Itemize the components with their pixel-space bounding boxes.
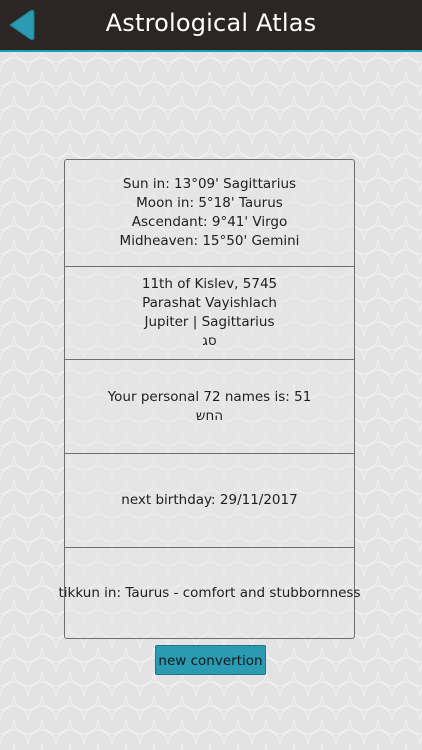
parasha: Parashat Vayishlach: [142, 295, 277, 311]
astrology-summary-card: Sun in: 13°09' Sagittarius Moon in: 5°18…: [59, 159, 361, 639]
new-conversion-button[interactable]: new convertion: [155, 645, 266, 675]
ascendant-position: Ascendant: 9°41' Virgo: [131, 214, 288, 230]
app-header: Astrological Atlas: [0, 0, 422, 52]
tikkun-text: tikkun in: Taurus - comfort and stubborn…: [58, 584, 361, 601]
names72-hebrew: החש: [195, 407, 224, 424]
hebrew-date-section: 11th of Kislev, 5745 Parashat Vayishlach…: [65, 267, 354, 360]
jupiter-sign: Jupiter | Sagittarius: [144, 314, 275, 330]
page-title: Astrological Atlas: [105, 9, 317, 37]
moon-position: Moon in: 5°18' Taurus: [136, 195, 283, 211]
birthday-section: next birthday: 29/11/2017: [65, 454, 354, 548]
names72-label: Your personal 72 names is: 51: [107, 388, 312, 405]
midheaven-position: Midheaven: 15°50' Gemini: [119, 233, 300, 249]
names72-section: Your personal 72 names is: 51 החש: [65, 360, 354, 454]
hebrew-date: 11th of Kislev, 5745: [141, 276, 278, 292]
hebrew-letters: סג: [202, 333, 217, 349]
sun-position: Sun in: 13°09' Sagittarius: [122, 176, 297, 192]
planet-positions-section: Sun in: 13°09' Sagittarius Moon in: 5°18…: [65, 160, 354, 267]
tikkun-section: tikkun in: Taurus - comfort and stubborn…: [59, 548, 361, 638]
next-birthday: next birthday: 29/11/2017: [121, 492, 298, 508]
